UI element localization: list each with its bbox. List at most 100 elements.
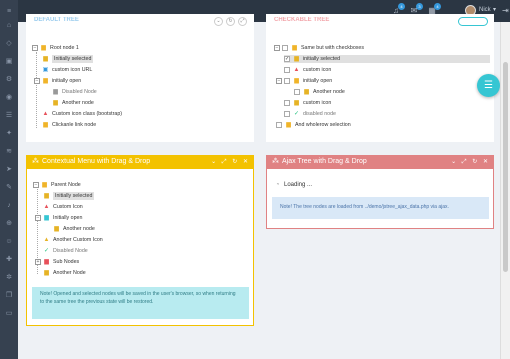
gear-icon[interactable]: ✲ bbox=[5, 274, 13, 282]
home-icon[interactable]: ⌂ bbox=[5, 22, 13, 30]
user-icon[interactable]: ☺ bbox=[5, 238, 13, 246]
checkbox[interactable] bbox=[284, 67, 290, 73]
file-icon: ▆ bbox=[304, 89, 309, 95]
tree-node: ✓ Disabled Node bbox=[43, 248, 88, 254]
tree-node[interactable]: − ▆ Initially open bbox=[35, 214, 82, 222]
reload-button[interactable]: ↻ bbox=[226, 17, 235, 26]
panel-title: DEFAULT TREE bbox=[34, 17, 79, 23]
tree-node: ✓ disabled node bbox=[284, 110, 336, 118]
tree-node[interactable]: ✓ ▆ initially selected bbox=[284, 55, 490, 63]
layers-icon[interactable]: ☰ bbox=[5, 112, 13, 120]
panel-title: Ajax Tree with Drag & Drop bbox=[282, 158, 367, 165]
spinner-icon: ◔ bbox=[275, 182, 280, 188]
tree-node[interactable]: ▆ Another node bbox=[53, 225, 95, 233]
folder-icon: ▆ bbox=[286, 122, 291, 128]
panel-title: Contextual Menu with Drag & Drop bbox=[42, 158, 151, 165]
folder-icon: ▆ bbox=[53, 89, 58, 95]
check-icon: ✓ bbox=[43, 248, 50, 254]
tree-node[interactable]: ▲ Custom Icon bbox=[43, 203, 83, 211]
tree-node[interactable]: + ▆ Sub Nodes bbox=[35, 258, 79, 266]
tree-node[interactable]: ▆ Initially selected bbox=[43, 192, 95, 200]
menu-toggle-icon[interactable]: ≡ bbox=[5, 8, 13, 16]
custom-icon: ▣ bbox=[42, 67, 49, 73]
checkbox[interactable] bbox=[284, 100, 290, 106]
briefcase-icon[interactable]: ▣ bbox=[5, 58, 13, 66]
file-icon: ▆ bbox=[44, 270, 49, 276]
menu-icon: ☰ bbox=[484, 80, 493, 91]
collapse-icon[interactable]: ⌄ bbox=[451, 159, 458, 165]
info-note: Note! Opened and selected nodes will be … bbox=[32, 287, 249, 319]
reload-icon[interactable]: ↻ bbox=[472, 159, 479, 165]
scrollbar-thumb[interactable] bbox=[503, 62, 508, 272]
feed-icon[interactable]: ≋ bbox=[5, 148, 13, 156]
bell-icon[interactable]: ♪ bbox=[5, 202, 13, 210]
fullscreen-icon[interactable]: ⤢ bbox=[222, 159, 229, 165]
tree-node[interactable]: ▆ Another node bbox=[294, 88, 345, 96]
sitemap-icon: ⁂ bbox=[32, 158, 39, 165]
tree-node[interactable]: ▆ Clickanle link node bbox=[42, 121, 96, 129]
tree-node[interactable]: ▆ custom icon bbox=[284, 99, 331, 107]
pages-icon[interactable]: ❐ bbox=[5, 292, 13, 300]
action-button[interactable] bbox=[458, 17, 488, 26]
sidebar: ≡ ⌂ ◇ ▣ ⚙ ◉ ☰ ✦ ≋ ➤ ✎ ♪ ⊕ ☺ ✚ ✲ ❐ ▭ bbox=[0, 0, 18, 359]
notifications-badge: 4 bbox=[398, 3, 405, 10]
send-icon[interactable]: ➤ bbox=[5, 166, 13, 174]
diamond-icon[interactable]: ◇ bbox=[5, 40, 13, 48]
tree-node[interactable]: ▣ custom icon URL bbox=[42, 66, 93, 74]
page-scrollbar[interactable] bbox=[500, 22, 510, 359]
folder-icon: ▆ bbox=[41, 45, 46, 51]
checkbox[interactable] bbox=[284, 78, 290, 84]
default-tree-panel: DEFAULT TREE ⌄ ↻ ⤢ − ▆ Root node 1 ▆ Initia… bbox=[26, 14, 254, 142]
checkbox[interactable] bbox=[282, 45, 288, 51]
location-icon[interactable]: ◉ bbox=[5, 94, 13, 102]
file-icon: ▆ bbox=[53, 100, 58, 106]
collapse-button[interactable]: ⌄ bbox=[214, 17, 223, 26]
reload-icon[interactable]: ↻ bbox=[232, 159, 239, 165]
tree-node: ▆ Disabled Node bbox=[53, 89, 97, 95]
logout-icon[interactable]: ⇥ bbox=[502, 6, 509, 15]
tree-node[interactable]: ▆ And wholerow selection bbox=[276, 121, 351, 129]
checkbox[interactable] bbox=[294, 89, 300, 95]
fullscreen-button[interactable]: ⤢ bbox=[238, 17, 247, 26]
tree-node[interactable]: − ▆ initially open bbox=[34, 77, 81, 85]
close-icon[interactable]: ✕ bbox=[243, 159, 250, 165]
tree-node[interactable]: ▲ custom icon bbox=[284, 66, 331, 74]
tree-node[interactable]: − ▆ Parent Node bbox=[33, 181, 81, 189]
checkbox[interactable] bbox=[276, 122, 282, 128]
tree-node[interactable]: − ▆ Same but with checkboxes bbox=[274, 44, 364, 52]
tree-node[interactable]: ▆ Initially selected bbox=[42, 55, 94, 63]
tree-node[interactable]: − ▆ initially open bbox=[276, 77, 332, 85]
tree-node[interactable]: ▲ Custom icon class (bootstrap) bbox=[42, 110, 123, 118]
panel-header: ⁂ Contextual Menu with Drag & Drop ⌄ ⤢ ↻ … bbox=[26, 155, 254, 169]
folder-icon: ▆ bbox=[292, 45, 297, 51]
wrench-icon[interactable]: ✎ bbox=[5, 184, 13, 192]
warning-icon: ▲ bbox=[43, 237, 50, 243]
calendar-badge: 4 bbox=[434, 3, 441, 10]
chevron-down-icon[interactable]: ▾ bbox=[493, 6, 496, 13]
settings-icon[interactable]: ⚙ bbox=[5, 76, 13, 84]
info-note: Note! The tree nodes are loaded from ../… bbox=[272, 197, 489, 219]
loading-node: ◔ Loading ... bbox=[275, 182, 313, 188]
tree-node[interactable]: − ▆ Root node 1 bbox=[32, 44, 79, 52]
file-icon: ▆ bbox=[54, 226, 59, 232]
fullscreen-icon[interactable]: ⤢ bbox=[462, 159, 469, 165]
bulb-icon[interactable]: ✦ bbox=[5, 130, 13, 138]
folder-icon: ▆ bbox=[43, 122, 48, 128]
close-icon[interactable]: ✕ bbox=[483, 159, 490, 165]
check-icon: ✓ bbox=[293, 111, 300, 117]
collapse-icon[interactable]: ⌄ bbox=[211, 159, 218, 165]
folder-icon[interactable]: ▭ bbox=[5, 310, 13, 318]
inbox-badge: 3 bbox=[416, 3, 423, 10]
tree-node[interactable]: ▆ Another node bbox=[52, 99, 94, 107]
panel-header: ⁂ Ajax Tree with Drag & Drop ⌄ ⤢ ↻ ✕ bbox=[266, 155, 494, 169]
pin-icon[interactable]: ✚ bbox=[5, 256, 13, 264]
file-icon: ▆ bbox=[44, 193, 49, 199]
quick-menu-button[interactable]: ☰ bbox=[477, 74, 500, 97]
cart-icon[interactable]: ⊕ bbox=[5, 220, 13, 228]
username[interactable]: Nick bbox=[479, 7, 491, 13]
tree-node[interactable]: ▆ Another Node bbox=[43, 269, 86, 277]
tree-node[interactable]: ▲ Another Custom Icon bbox=[43, 236, 103, 244]
checkbox[interactable]: ✓ bbox=[284, 56, 290, 62]
warning-icon: ▲ bbox=[43, 204, 50, 210]
ajax-tree-panel: ⁂ Ajax Tree with Drag & Drop ⌄ ⤢ ↻ ✕ ◔ Loa… bbox=[266, 155, 494, 229]
